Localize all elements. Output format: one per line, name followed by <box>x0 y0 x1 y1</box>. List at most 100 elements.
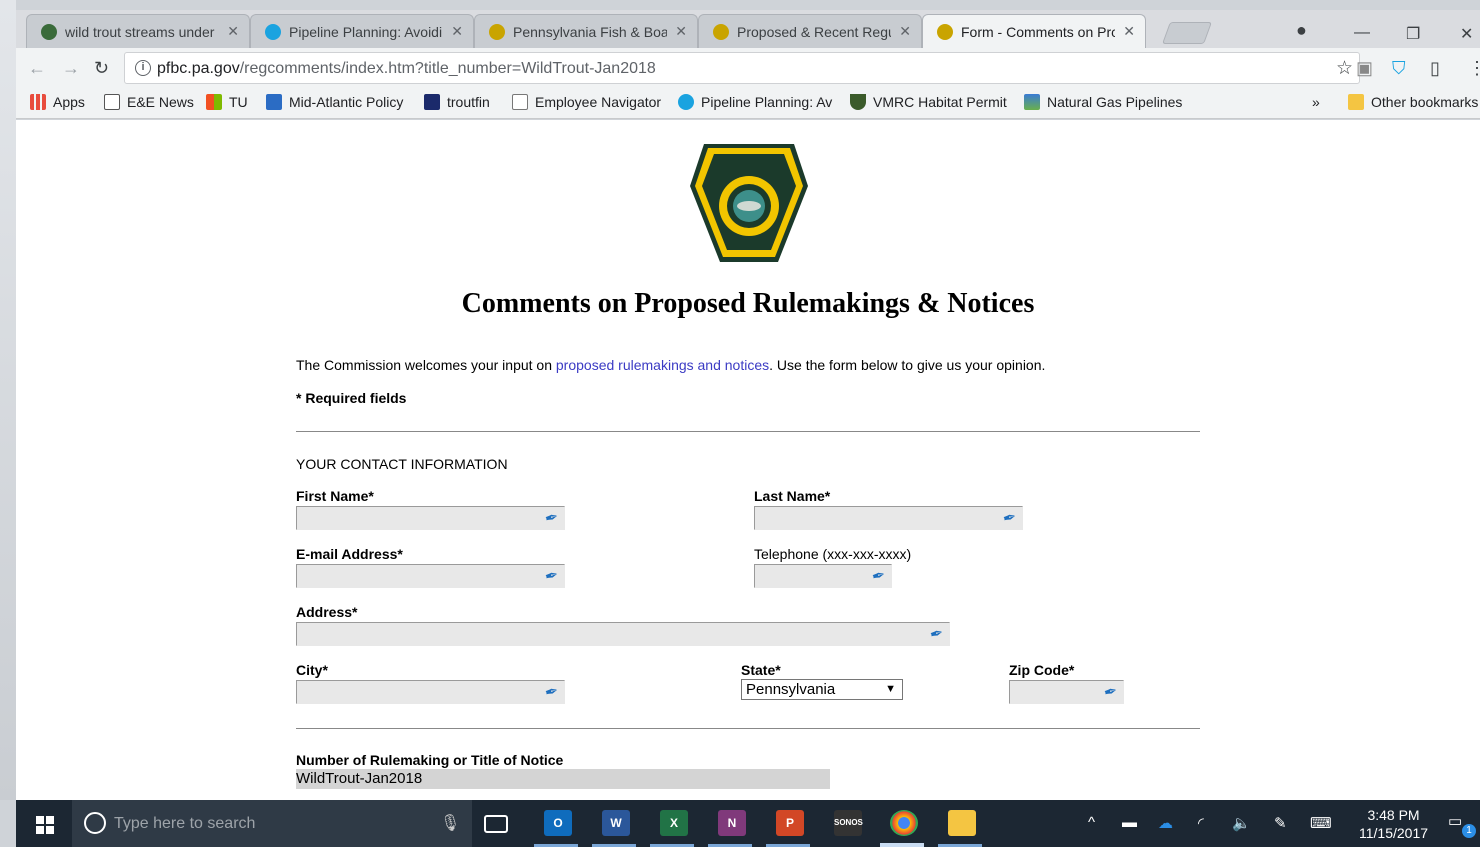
windows-start-icon[interactable] <box>36 816 54 834</box>
bookmark-ee-news[interactable]: E&E News <box>104 94 194 110</box>
email-field[interactable]: ✒ <box>296 564 565 588</box>
telephone-label: Telephone (xxx-xxx-xxxx) <box>754 546 912 562</box>
restore-icon[interactable]: ❐ <box>1406 24 1420 44</box>
menu-icon[interactable]: ⋮ <box>1468 58 1480 79</box>
address-bar[interactable]: i pfbc.pa.gov/regcomments/index.htm?titl… <box>124 52 1360 84</box>
bookmarks-bar: Apps E&E News TU Mid-Atlantic Policy tro… <box>16 88 1480 119</box>
tu-icon <box>206 94 222 110</box>
notification-count: 1 <box>1462 824 1476 838</box>
required-note: * Required fields <box>296 390 407 406</box>
task-view-icon[interactable] <box>484 815 508 833</box>
clock[interactable]: 3:48 PM 11/15/2017 <box>1359 806 1428 842</box>
new-tab-button[interactable] <box>1161 22 1213 44</box>
bookmarks-overflow[interactable]: » <box>1312 94 1320 110</box>
bookmark-pipeline-planning[interactable]: Pipeline Planning: Av <box>678 94 832 110</box>
sonos-icon[interactable]: SONOS <box>834 810 863 836</box>
bookmark-employee-navigator[interactable]: Employee Navigator <box>512 94 661 110</box>
onenote-icon[interactable]: N <box>718 810 746 836</box>
address-label: Address* <box>296 604 358 620</box>
info-icon[interactable]: i <box>135 60 151 76</box>
excel-icon[interactable]: X <box>660 810 688 836</box>
pen-icon: ✒ <box>542 508 561 529</box>
close-icon[interactable]: ✕ <box>675 23 687 40</box>
tab-proposed-regulations[interactable]: Proposed & Recent Regu ✕ <box>698 14 922 48</box>
tab-form-comments[interactable]: Form - Comments on Prc ✕ <box>922 14 1146 48</box>
bookmark-icon[interactable]: ▯ <box>1430 58 1440 79</box>
page-icon <box>512 94 528 110</box>
tab-title: wild trout streams under <box>65 23 215 40</box>
close-icon[interactable]: ✕ <box>899 23 911 40</box>
notification-icon[interactable]: ▭ <box>1448 812 1462 830</box>
pipeline-icon <box>678 94 694 110</box>
city-label: City* <box>296 662 328 678</box>
microphone-icon[interactable]: 🎙 <box>440 813 460 833</box>
close-icon[interactable]: ✕ <box>451 23 463 40</box>
tab-title: Pennsylvania Fish & Boat <box>513 23 668 40</box>
ee-news-icon <box>104 94 120 110</box>
reload-icon[interactable]: ↻ <box>94 58 109 79</box>
state-select[interactable]: Pennsylvania ▼ <box>741 679 903 700</box>
bookmark-mid-atlantic-policy[interactable]: Mid-Atlantic Policy <box>266 94 403 110</box>
outlook-icon[interactable]: O <box>544 810 572 836</box>
bookmark-natural-gas[interactable]: Natural Gas Pipelines <box>1024 94 1182 110</box>
last-name-label: Last Name* <box>754 488 831 504</box>
pen-workspace-icon[interactable]: ✎ <box>1274 814 1287 832</box>
divider <box>296 431 1200 432</box>
extension-icon[interactable]: ▣ <box>1356 58 1373 79</box>
back-icon[interactable]: ← <box>28 58 46 79</box>
close-icon[interactable]: ✕ <box>227 23 239 40</box>
state-label: State* <box>741 662 781 678</box>
tab-title: Pipeline Planning: Avoidi <box>289 23 443 40</box>
chrome-icon[interactable] <box>890 810 918 836</box>
last-name-field[interactable]: ✒ <box>754 506 1023 530</box>
bookmark-vmrc[interactable]: VMRC Habitat Permit <box>850 94 1007 110</box>
pipeline-icon <box>265 23 281 40</box>
show-hidden-icons[interactable]: ^ <box>1088 814 1095 831</box>
forward-icon[interactable]: → <box>62 58 80 79</box>
desktop-edge <box>0 0 16 800</box>
pen-icon: ✒ <box>542 682 561 703</box>
bookmark-tu[interactable]: TU <box>206 94 248 110</box>
other-bookmarks[interactable]: Other bookmarks <box>1348 94 1478 110</box>
bookmark-troutfin[interactable]: troutfin <box>424 94 490 110</box>
first-name-field[interactable]: ✒ <box>296 506 565 530</box>
telephone-field[interactable]: ✒ <box>754 564 892 588</box>
vmrc-shield-icon <box>850 94 866 110</box>
taskbar: Type here to search 🎙 O W X N P SONOS ^ … <box>16 800 1480 847</box>
zip-field[interactable]: ✒ <box>1009 680 1124 704</box>
keyboard-icon[interactable]: ⌨ <box>1310 814 1332 832</box>
close-window-icon[interactable]: ✕ <box>1460 24 1473 44</box>
proposed-rulemakings-link[interactable]: proposed rulemakings and notices <box>556 357 769 373</box>
sharepoint-icon <box>266 94 282 110</box>
section-heading: YOUR CONTACT INFORMATION <box>296 456 508 472</box>
bookmark-apps[interactable]: Apps <box>30 94 85 110</box>
tab-pa-fish-boat[interactable]: Pennsylvania Fish & Boat ✕ <box>474 14 698 48</box>
battery-icon[interactable]: ▬ <box>1122 814 1137 831</box>
minimize-icon[interactable]: — <box>1354 24 1370 42</box>
troutfin-icon <box>424 94 440 110</box>
rulemaking-label: Number of Rulemaking or Title of Notice <box>296 752 564 768</box>
word-icon[interactable]: W <box>602 810 630 836</box>
city-field[interactable]: ✒ <box>296 680 565 704</box>
tab-pipeline-planning[interactable]: Pipeline Planning: Avoidi ✕ <box>250 14 474 48</box>
cortana-icon <box>84 812 106 834</box>
onedrive-icon[interactable]: ☁ <box>1158 814 1173 832</box>
address-field[interactable]: ✒ <box>296 622 950 646</box>
apps-grid-icon <box>30 94 46 110</box>
wifi-icon[interactable]: ◜ <box>1198 814 1204 832</box>
powerpoint-icon[interactable]: P <box>776 810 804 836</box>
shield-icon[interactable]: ⛉ <box>1392 58 1406 79</box>
divider <box>296 728 1200 729</box>
close-icon[interactable]: ✕ <box>1123 23 1135 40</box>
profile-icon[interactable]: ● <box>1296 20 1307 41</box>
email-label: E-mail Address* <box>296 546 403 562</box>
url-text[interactable]: pfbc.pa.gov/regcomments/index.htm?title_… <box>157 60 656 78</box>
zip-label: Zip Code* <box>1009 662 1075 678</box>
file-explorer-icon[interactable] <box>948 810 976 836</box>
bookmark-star-icon[interactable]: ☆ <box>1336 57 1353 80</box>
taskbar-search[interactable]: Type here to search 🎙 <box>72 800 472 847</box>
volume-icon[interactable]: 🔈 <box>1232 814 1251 832</box>
tab-wild-trout[interactable]: wild trout streams under ✕ <box>26 14 250 48</box>
pfbc-icon <box>489 23 505 40</box>
pen-icon: ✒ <box>1101 682 1120 703</box>
